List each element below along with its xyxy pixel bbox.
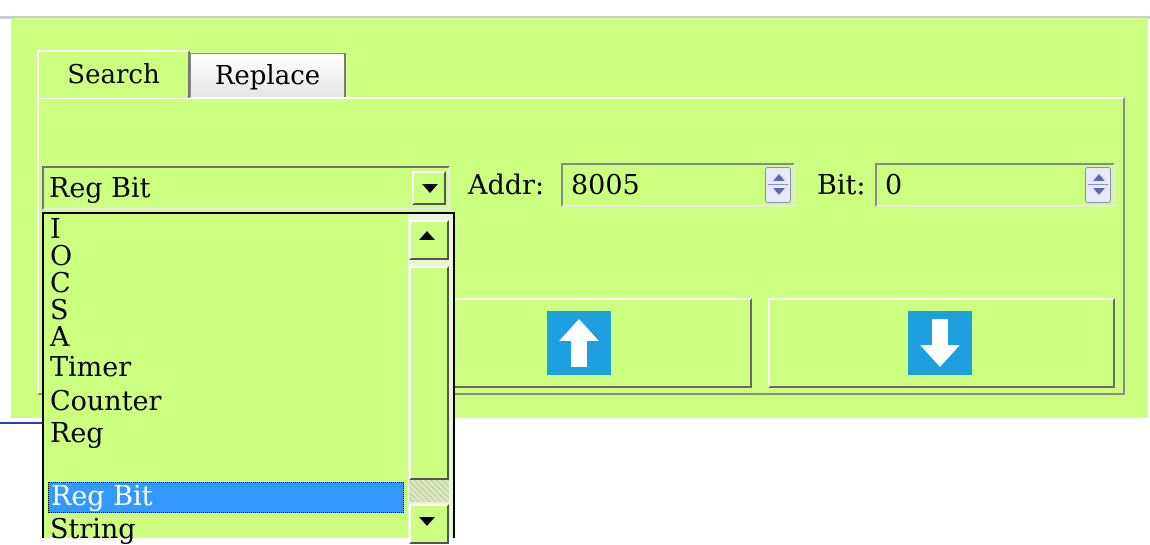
tab-replace-label: Replace: [214, 60, 321, 91]
tab-search[interactable]: Search: [37, 50, 190, 98]
arrow-down-icon: [908, 311, 972, 375]
list-item[interactable]: Reg: [48, 420, 404, 447]
arrow-up-icon: [547, 311, 611, 375]
divider-line: [0, 422, 42, 424]
scrollbar-track[interactable]: [409, 480, 449, 502]
list-item[interactable]: I: [48, 216, 404, 243]
search-up-button[interactable]: [440, 298, 752, 388]
tab-replace[interactable]: Replace: [190, 53, 346, 97]
addr-input[interactable]: 8005: [571, 170, 640, 201]
search-type-combobox[interactable]: Reg Bit: [42, 166, 450, 210]
list-item[interactable]: Timer: [48, 354, 404, 381]
spin-up-icon[interactable]: [1093, 174, 1105, 181]
bit-spin-buttons[interactable]: [1085, 167, 1111, 203]
list-item-selected[interactable]: Reg Bit: [48, 482, 404, 513]
addr-spin-buttons[interactable]: [765, 167, 791, 203]
addr-spinbox[interactable]: 8005: [561, 163, 795, 207]
spin-divider: [1088, 184, 1108, 185]
spin-up-icon[interactable]: [773, 174, 785, 181]
list-item[interactable]: A: [48, 324, 404, 351]
search-down-button[interactable]: [768, 298, 1115, 388]
combobox-dropdown-button[interactable]: [412, 171, 446, 205]
spin-divider: [768, 184, 788, 185]
list-item[interactable]: String: [48, 516, 404, 543]
spin-down-icon[interactable]: [773, 188, 785, 195]
dropdown-scrollbar[interactable]: [408, 214, 453, 544]
spin-down-icon[interactable]: [1093, 188, 1105, 195]
list-item[interactable]: C: [48, 270, 404, 297]
bit-input[interactable]: 0: [885, 170, 902, 201]
addr-label: Addr:: [468, 170, 545, 201]
bit-label: Bit:: [817, 170, 866, 201]
bit-spinbox[interactable]: 0: [875, 163, 1115, 207]
chevron-down-icon: [419, 517, 435, 526]
list-item[interactable]: S: [48, 297, 404, 324]
window-top-edge: [0, 0, 1150, 19]
list-item[interactable]: O: [48, 243, 404, 270]
chevron-down-icon: [422, 184, 438, 193]
scroll-up-button[interactable]: [409, 220, 449, 260]
scroll-down-button[interactable]: [409, 504, 449, 544]
chevron-up-icon: [419, 231, 435, 240]
scrollbar-thumb[interactable]: [409, 266, 449, 480]
search-type-value: Reg Bit: [49, 173, 151, 204]
list-item[interactable]: Counter: [48, 388, 404, 415]
tab-search-label: Search: [67, 60, 160, 90]
search-type-dropdown-list[interactable]: I O C S A Timer Counter Reg Reg Bit Stri…: [42, 212, 455, 544]
